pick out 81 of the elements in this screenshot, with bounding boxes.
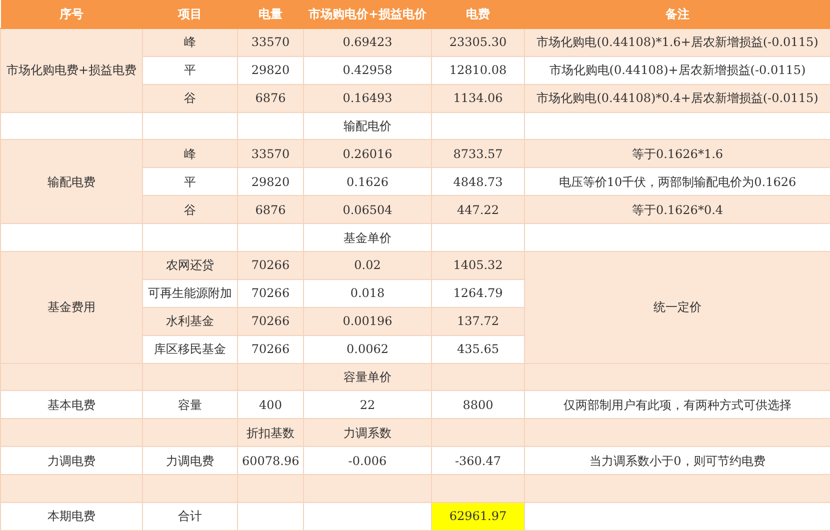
table-cell: 基金费用 xyxy=(0,252,142,364)
table-cell: 1264.79 xyxy=(432,279,524,308)
table-cell: 水利基金 xyxy=(142,307,238,336)
table-cell: 库区移民基金 xyxy=(142,335,238,364)
table-cell: 6876 xyxy=(238,84,304,112)
table-cell: 0.1626 xyxy=(304,168,432,196)
table-cell: 1405.32 xyxy=(432,252,524,280)
table-cell: 本期电费 xyxy=(0,502,142,530)
column-header: 电量 xyxy=(238,0,304,28)
table-cell: 137.72 xyxy=(432,307,524,336)
table-cell: 平 xyxy=(142,56,238,84)
table-cell: 29820 xyxy=(238,56,304,84)
table-cell: 输配电费 xyxy=(0,140,142,224)
table-cell: -360.47 xyxy=(432,446,524,475)
column-header: 项目 xyxy=(142,0,238,28)
table-cell: 力调电费 xyxy=(142,446,238,475)
column-header: 备注 xyxy=(524,0,830,28)
table-cell: 输配电价 xyxy=(304,112,432,140)
column-header: 电费 xyxy=(432,0,524,28)
table-cell: 仅两部制用户有此项，有两种方式可供选择 xyxy=(524,390,830,419)
table-cell: 基本电费 xyxy=(0,390,142,419)
table-cell: 1134.06 xyxy=(432,84,524,112)
table-cell: 29820 xyxy=(238,168,304,196)
table-cell: 60078.96 xyxy=(238,446,304,475)
table-cell: 8733.57 xyxy=(432,140,524,168)
table-cell: 市场化购电费+损益电费 xyxy=(0,28,142,112)
table-cell: 谷 xyxy=(142,196,238,224)
table-cell: 市场化购电(0.44108)*1.6+居农新增损益(-0.0115) xyxy=(524,28,830,56)
table-cell: 23305.30 xyxy=(432,28,524,56)
table-cell: 容量单价 xyxy=(304,363,432,391)
table-cell: 62961.97 xyxy=(432,502,524,530)
table-cell: 容量 xyxy=(142,390,238,419)
table-cell: 0.42958 xyxy=(304,56,432,84)
table-cell: 70266 xyxy=(238,279,304,308)
table-cell: 0.018 xyxy=(304,279,432,308)
table-cell: 0.16493 xyxy=(304,84,432,112)
table-cell: 0.00196 xyxy=(304,307,432,336)
table-cell: 0.69423 xyxy=(304,28,432,56)
table-cell: 447.22 xyxy=(432,196,524,224)
table-cell: 市场化购电(0.44108)+居农新增损益(-0.0115) xyxy=(524,56,830,84)
table-cell: 力调系数 xyxy=(304,418,432,447)
table-cell: 0.02 xyxy=(304,252,432,280)
table-cell: 435.65 xyxy=(432,335,524,364)
table-cell: 33570 xyxy=(238,140,304,168)
table-cell: 合计 xyxy=(142,502,238,530)
table-cell: 峰 xyxy=(142,28,238,56)
table-cell: 400 xyxy=(238,390,304,419)
table-cell: 4848.73 xyxy=(432,168,524,196)
table-cell: 电压等价10千伏，两部制输配电价为0.1626 xyxy=(524,168,830,196)
table-cell: 平 xyxy=(142,168,238,196)
table-cell: 市场化购电(0.44108)*0.4+居农新增损益(-0.0115) xyxy=(524,84,830,112)
table-cell: 8800 xyxy=(432,390,524,419)
table-cell: 力调电费 xyxy=(0,446,142,475)
table-cell: 6876 xyxy=(238,196,304,224)
table-cell: 基金单价 xyxy=(304,224,432,252)
table-cell: 农网还贷 xyxy=(142,252,238,280)
table-cell: -0.006 xyxy=(304,446,432,475)
table-cell: 0.0062 xyxy=(304,335,432,364)
table-cell: 0.26016 xyxy=(304,140,432,168)
table-cell xyxy=(238,112,304,140)
table-cell xyxy=(238,363,304,391)
table-cell: 可再生能源附加 xyxy=(142,279,238,308)
table-cell: 22 xyxy=(304,390,432,419)
table-cell: 谷 xyxy=(142,84,238,112)
table-cell xyxy=(238,502,304,530)
table-cell: 70266 xyxy=(238,307,304,336)
column-header: 市场购电价+损益电价 xyxy=(304,0,432,28)
table-cell: 峰 xyxy=(142,140,238,168)
table-cell: 70266 xyxy=(238,335,304,364)
table-cell: 当力调系数小于0，则可节约电费 xyxy=(524,446,830,475)
column-header: 序号 xyxy=(0,0,142,28)
table-cell: 等于0.1626*0.4 xyxy=(524,196,830,224)
table-cell: 33570 xyxy=(238,28,304,56)
table-cell: 统一定价 xyxy=(524,252,830,364)
table-cell xyxy=(238,224,304,252)
table-cell: 等于0.1626*1.6 xyxy=(524,140,830,168)
table-cell: 70266 xyxy=(238,252,304,280)
table-cell: 0.06504 xyxy=(304,196,432,224)
table-cell: 12810.08 xyxy=(432,56,524,84)
table-cell: 折扣基数 xyxy=(238,418,304,447)
table-cell xyxy=(238,474,304,503)
